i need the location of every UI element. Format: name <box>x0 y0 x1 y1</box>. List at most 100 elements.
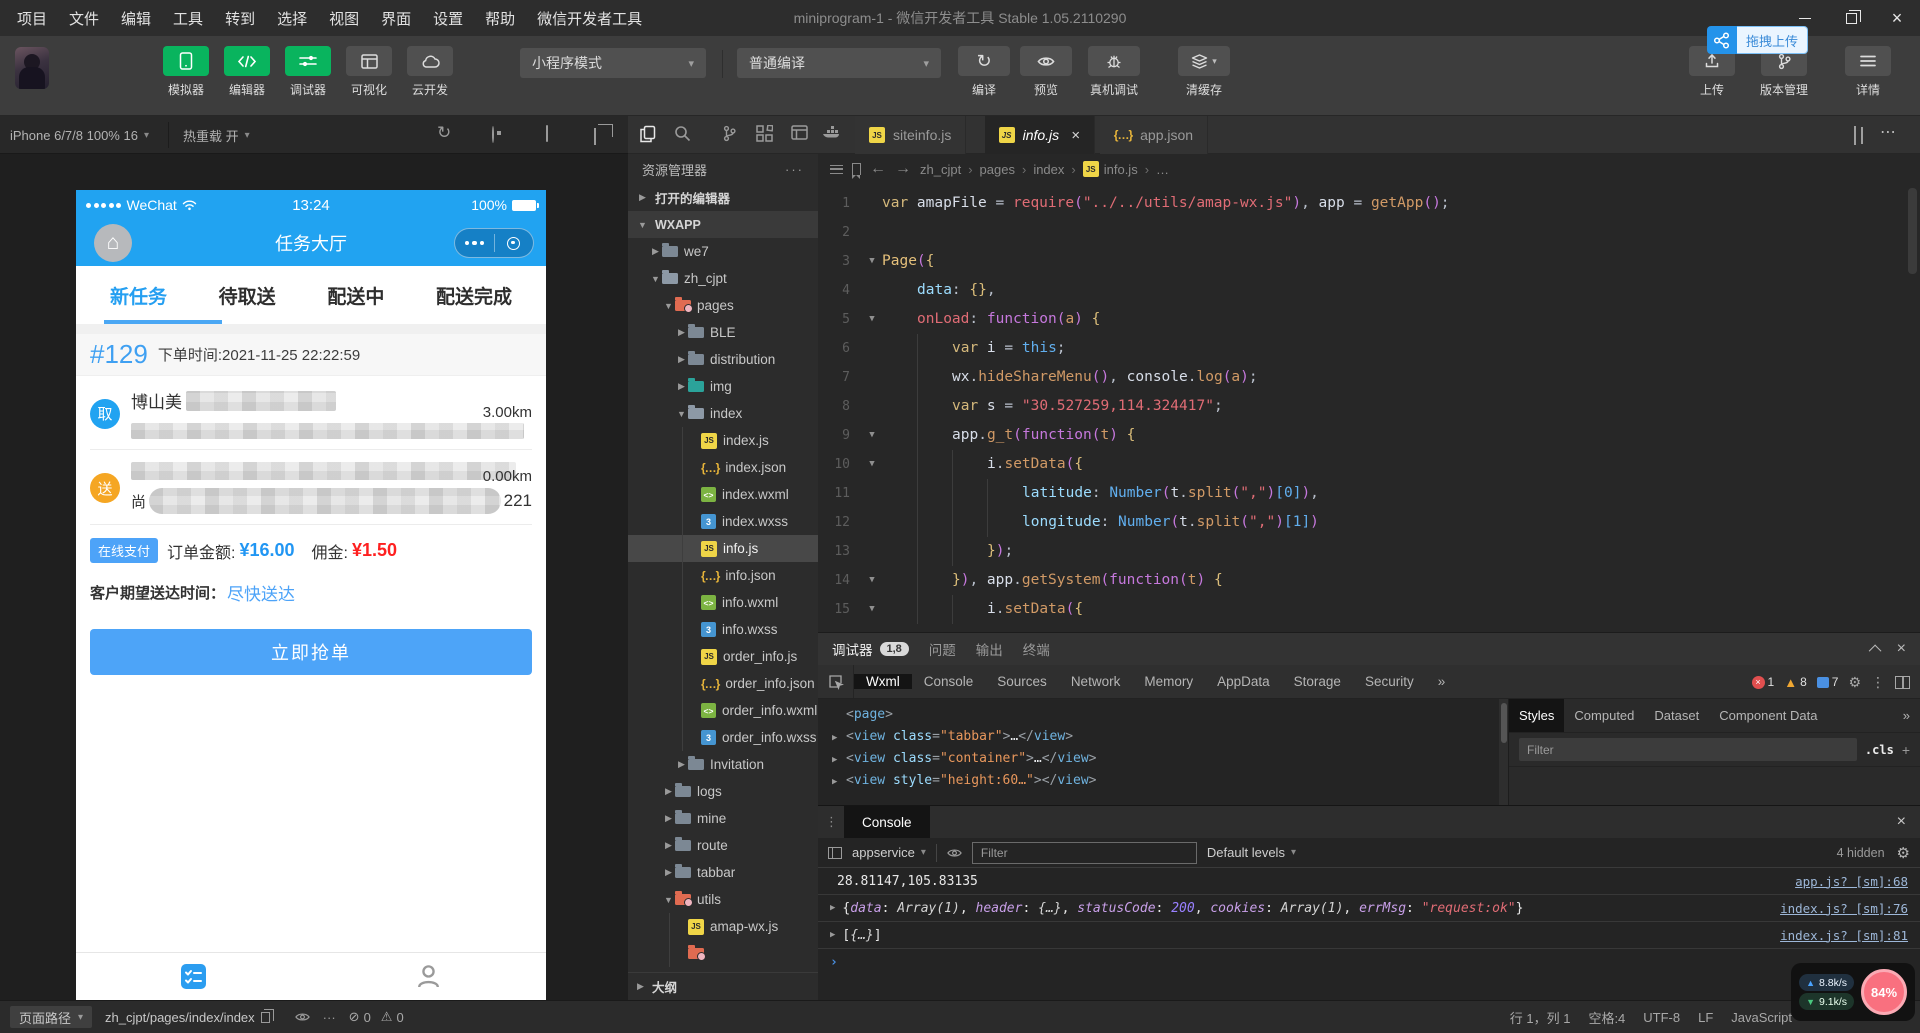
more-actions-icon[interactable]: ··· <box>323 1010 336 1025</box>
toolbar-预览-button[interactable]: 预览 <box>1014 46 1078 98</box>
fold-arrow-icon[interactable]: ▼ <box>862 305 882 334</box>
toolbar-可视化-button[interactable]: 可视化 <box>341 46 397 98</box>
tree-item-order_info.wxml[interactable]: <>order_info.wxml <box>628 697 818 724</box>
tree-item-tabbar[interactable]: ▶tabbar <box>628 859 818 886</box>
breadcrumb-item-index[interactable]: index <box>1033 162 1064 177</box>
toolbar-真机调试-button[interactable]: 真机调试 <box>1082 46 1146 98</box>
wxml-tree-pane[interactable]: <page>▶<view class="tabbar">…</view>▶<vi… <box>818 699 1508 805</box>
devtools-tab-Sources[interactable]: Sources <box>985 674 1059 689</box>
open-editors-icon[interactable] <box>639 125 656 148</box>
menu-界面[interactable]: 界面 <box>370 0 422 36</box>
tree-item-order_info.json[interactable]: {…}order_info.json <box>628 670 818 697</box>
hot-reload-toggle[interactable]: 热重载 开 ▾ <box>183 116 250 154</box>
close-icon[interactable]: × <box>1897 640 1906 658</box>
user-avatar[interactable] <box>15 47 49 89</box>
console-prompt[interactable]: › <box>818 949 1920 976</box>
restart-icon[interactable]: ↻ <box>437 123 451 143</box>
split-editor-icon[interactable] <box>1854 127 1856 145</box>
debugger-tab-输出[interactable]: 输出 <box>976 639 1003 659</box>
tree-item-order_info.js[interactable]: JSorder_info.js <box>628 643 818 670</box>
console-tab[interactable]: Console <box>844 806 930 838</box>
menu-视图[interactable]: 视图 <box>318 0 370 36</box>
menu-文件[interactable]: 文件 <box>58 0 110 36</box>
menu-帮助[interactable]: 帮助 <box>474 0 526 36</box>
debugger-tab-终端[interactable]: 终端 <box>1023 639 1050 659</box>
collapse-icon[interactable] <box>1868 644 1881 657</box>
breadcrumb-item-pages[interactable]: pages <box>980 162 1015 177</box>
toolbar-详情-button[interactable]: 详情 <box>1836 46 1900 98</box>
menu-选择[interactable]: 选择 <box>266 0 318 36</box>
phone-view-icon[interactable] <box>546 126 548 141</box>
debugger-tab-调试器[interactable]: 调试器1,8 <box>832 639 909 659</box>
git-branch-icon[interactable] <box>722 125 737 147</box>
menu-工具[interactable]: 工具 <box>162 0 214 36</box>
tree-item-info.json[interactable]: {…}info.json <box>628 562 818 589</box>
more-button[interactable] <box>455 229 494 257</box>
gear-icon[interactable]: ⚙ <box>1897 844 1910 862</box>
tree-item-Invitation[interactable]: ▶Invitation <box>628 751 818 778</box>
inspect-element-icon[interactable] <box>818 665 854 698</box>
tree-item-打开的编辑器[interactable]: ▶打开的编辑器 <box>628 184 818 211</box>
error-count[interactable]: ×1 <box>1752 675 1775 689</box>
language-mode[interactable]: JavaScript <box>1731 1010 1792 1025</box>
exit-button[interactable] <box>495 229 534 257</box>
tree-item-info.wxml[interactable]: <>info.wxml <box>628 589 818 616</box>
console-filter-input[interactable]: Filter <box>972 842 1197 864</box>
console-log-row[interactable]: 28.81147,105.83135app.js? [sm]:68 <box>818 868 1920 895</box>
styles-tab-Component Data[interactable]: Component Data <box>1709 699 1827 732</box>
close-tab-icon[interactable]: × <box>1071 127 1080 144</box>
kebab-menu-icon[interactable]: ⋮ <box>1871 674 1885 691</box>
more-actions-icon[interactable]: ··· <box>785 162 804 177</box>
menu-编辑[interactable]: 编辑 <box>110 0 162 36</box>
tree-item-index.wxml[interactable]: <>index.wxml <box>628 481 818 508</box>
tree-item-info.wxss[interactable]: 3info.wxss <box>628 616 818 643</box>
styles-tab-Dataset[interactable]: Dataset <box>1644 699 1709 732</box>
devtools-tab-Storage[interactable]: Storage <box>1282 674 1353 689</box>
console-sidebar-icon[interactable] <box>828 847 842 859</box>
back-icon[interactable]: ← <box>870 160 886 178</box>
profile-tab[interactable] <box>311 953 546 1000</box>
wxml-scrollbar[interactable] <box>1499 699 1508 805</box>
maximize-button[interactable] <box>1828 0 1874 36</box>
tree-item-amap-wx.js[interactable]: JSamap-wx.js <box>628 913 818 940</box>
more-actions-icon[interactable]: ⋯ <box>1880 122 1896 142</box>
order-tab-待取送[interactable]: 待取送 <box>219 282 276 309</box>
tree-item-WXAPP[interactable]: ▼WXAPP <box>628 211 818 238</box>
chevron-right-icon[interactable]: ▶ <box>830 903 835 913</box>
page-path-select[interactable]: 页面路径 ▾ <box>10 1006 92 1028</box>
tree-item-info.js[interactable]: JSinfo.js <box>628 535 818 562</box>
log-source-link[interactable]: app.js? [sm]:68 <box>1795 874 1908 889</box>
tree-item-index.json[interactable]: {…}index.json <box>628 454 818 481</box>
info-count[interactable]: 7 <box>1817 675 1839 689</box>
tree-item-pages[interactable]: ▼pages <box>628 292 818 319</box>
styles-tab-Computed[interactable]: Computed <box>1564 699 1644 732</box>
tree-item-order_info.wxss[interactable]: 3order_info.wxss <box>628 724 818 751</box>
devtools-tab-Security[interactable]: Security <box>1353 674 1426 689</box>
cursor-position[interactable]: 行 1，列 1 <box>1510 1008 1571 1027</box>
multi-window-icon[interactable] <box>594 129 596 144</box>
wxml-node[interactable]: ▶<view class="tabbar">…</view> <box>832 726 1508 748</box>
tree-item-img[interactable]: ▶img <box>628 373 818 400</box>
devtools-tab-Wxml[interactable]: Wxml <box>854 674 912 689</box>
tree-item-distribution[interactable]: ▶distribution <box>628 346 818 373</box>
menu-转到[interactable]: 转到 <box>214 0 266 36</box>
fold-arrow-icon[interactable]: ▼ <box>862 566 882 595</box>
stop-icon[interactable] <box>492 127 494 142</box>
breadcrumb-item-…[interactable]: … <box>1156 162 1169 177</box>
preview-window-icon[interactable] <box>791 125 808 145</box>
fold-arrow-icon[interactable]: ▼ <box>862 450 882 479</box>
copy-icon[interactable] <box>261 1012 270 1023</box>
editor-tab-app.json[interactable]: {…}app.json <box>1100 116 1208 154</box>
eye-icon[interactable] <box>295 1011 310 1023</box>
outline-icon[interactable] <box>830 165 843 174</box>
breadcrumb-item-zh_cjpt[interactable]: zh_cjpt <box>920 162 961 177</box>
order-tab-配送中[interactable]: 配送中 <box>327 282 384 309</box>
styles-filter-input[interactable]: Filter <box>1519 738 1857 761</box>
tree-item-logs[interactable]: ▶logs <box>628 778 818 805</box>
add-style-icon[interactable]: + <box>1902 742 1910 758</box>
order-tab-配送完成[interactable]: 配送完成 <box>436 282 512 309</box>
menu-项目[interactable]: 项目 <box>6 0 58 36</box>
tree-item-partial-file[interactable] <box>628 940 818 967</box>
console-log-row[interactable]: ▶[{…}]index.js? [sm]:81 <box>818 922 1920 949</box>
log-source-link[interactable]: index.js? [sm]:76 <box>1780 901 1908 916</box>
